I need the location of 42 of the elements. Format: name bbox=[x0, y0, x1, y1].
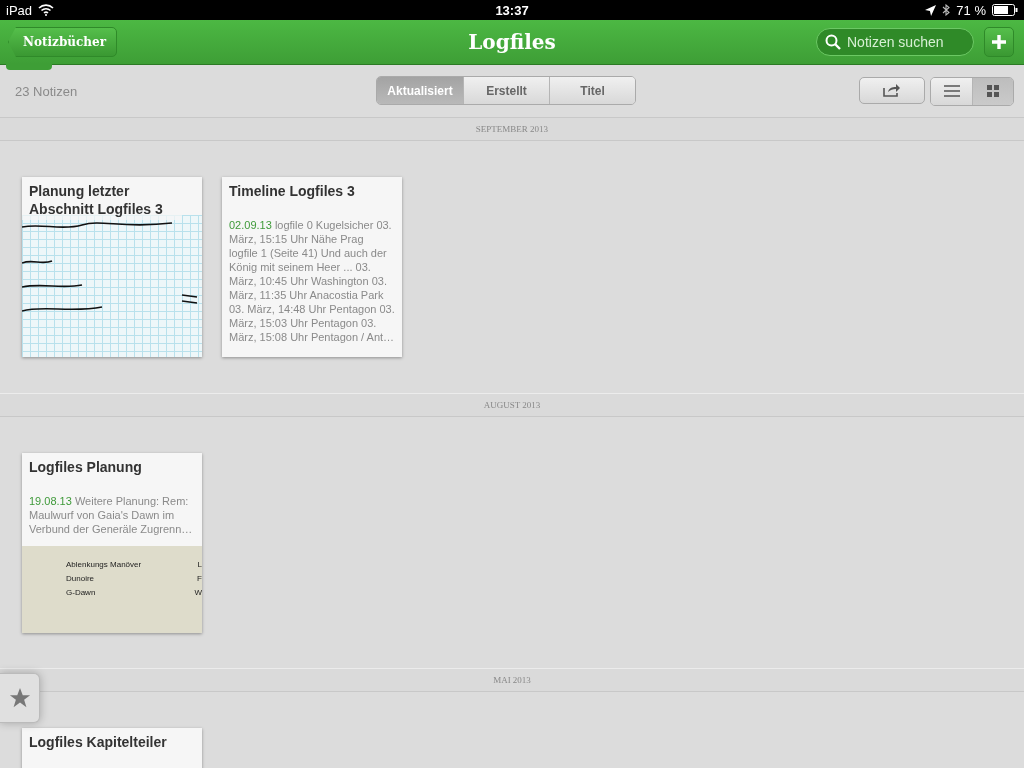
plus-icon bbox=[992, 35, 1006, 49]
note-card[interactable]: Planung letzter Abschnitt Logfiles 3 bbox=[22, 177, 202, 357]
location-arrow-icon bbox=[925, 4, 937, 16]
section-date-label: SEPTEMBER 2013 bbox=[475, 124, 549, 134]
wifi-icon bbox=[38, 4, 55, 16]
share-icon bbox=[883, 83, 901, 97]
attachment-text: Dunoire bbox=[66, 574, 95, 585]
note-card[interactable] bbox=[222, 177, 402, 357]
note-title: Logfiles Kapitelteiler bbox=[28, 733, 168, 751]
grid-view-button[interactable] bbox=[972, 77, 1013, 105]
note-snippet: 19.08.13 Weitere Planung: Rem: Maulwurf von Gaia's Dawn im Verbund der Generäle Zugrenn… bbox=[28, 494, 194, 536]
attachment-text: G-Dawn bbox=[66, 588, 97, 599]
back-button[interactable]: Notizbücher bbox=[8, 27, 117, 57]
section-date-label: MAI 2013 bbox=[493, 675, 531, 685]
list-icon bbox=[943, 85, 960, 97]
note-title: Logfiles Planung bbox=[28, 458, 143, 476]
bluetooth-icon bbox=[942, 4, 951, 16]
note-title: Timeline Logfiles 3 bbox=[228, 182, 356, 200]
list-view-button[interactable] bbox=[931, 77, 972, 105]
note-count: 23 Notizen bbox=[15, 83, 78, 99]
add-note-button[interactable] bbox=[984, 27, 1014, 57]
clock-time: 13:37 bbox=[495, 2, 529, 18]
battery-icon bbox=[992, 4, 1018, 16]
battery-percent: 71 % bbox=[956, 2, 986, 18]
favorites-button[interactable] bbox=[0, 673, 40, 723]
note-card[interactable]: Logfiles Planung 19.08.13 Weitere Planung: Rem: Maulwurf von Gaia's Dawn im Verbund der Generäle Zugrenn… Ablenkungs Manöver L Dunoire F G-Dawn W bbox=[22, 453, 202, 633]
device-name: iPad bbox=[6, 2, 33, 18]
attachment-text: L bbox=[197, 560, 202, 571]
note-title: Planung letzter Abschnitt Logfiles 3 bbox=[22, 177, 182, 220]
note-card[interactable]: Logfiles Kapitelteiler bbox=[22, 728, 202, 768]
attachment-text: W bbox=[194, 588, 202, 599]
grid-icon bbox=[987, 85, 999, 97]
attachment-text: Ablenkungs Manöver bbox=[66, 560, 143, 571]
star-icon bbox=[8, 687, 31, 709]
share-button[interactable] bbox=[859, 76, 925, 104]
note-snippet: 02.09.13 logfile 0 Kugelsicher 03. März, 15:15 Uhr Nähe Prag logfile 1 (Seite 41) Und auch der König mit seinem Heer ... 03. März, 10:45 Uhr Washington 03. März, 11:35 Uhr Anacostia Park 03. März, 14:48 Uhr Pentagon 03. März, 15:03 Uhr Pentagon 03. März, 15:08 Uhr Pentagon / Ant… bbox=[228, 218, 396, 344]
sort-tab[interactable]: Titel bbox=[549, 77, 635, 104]
attachment-text: F bbox=[197, 574, 202, 585]
section-date-label: AUGUST 2013 bbox=[483, 400, 541, 410]
notebook-title: Logfiles bbox=[468, 30, 556, 54]
sort-tab[interactable]: Erstellt bbox=[463, 77, 549, 104]
search-field[interactable]: Notizen suchen bbox=[816, 28, 974, 56]
